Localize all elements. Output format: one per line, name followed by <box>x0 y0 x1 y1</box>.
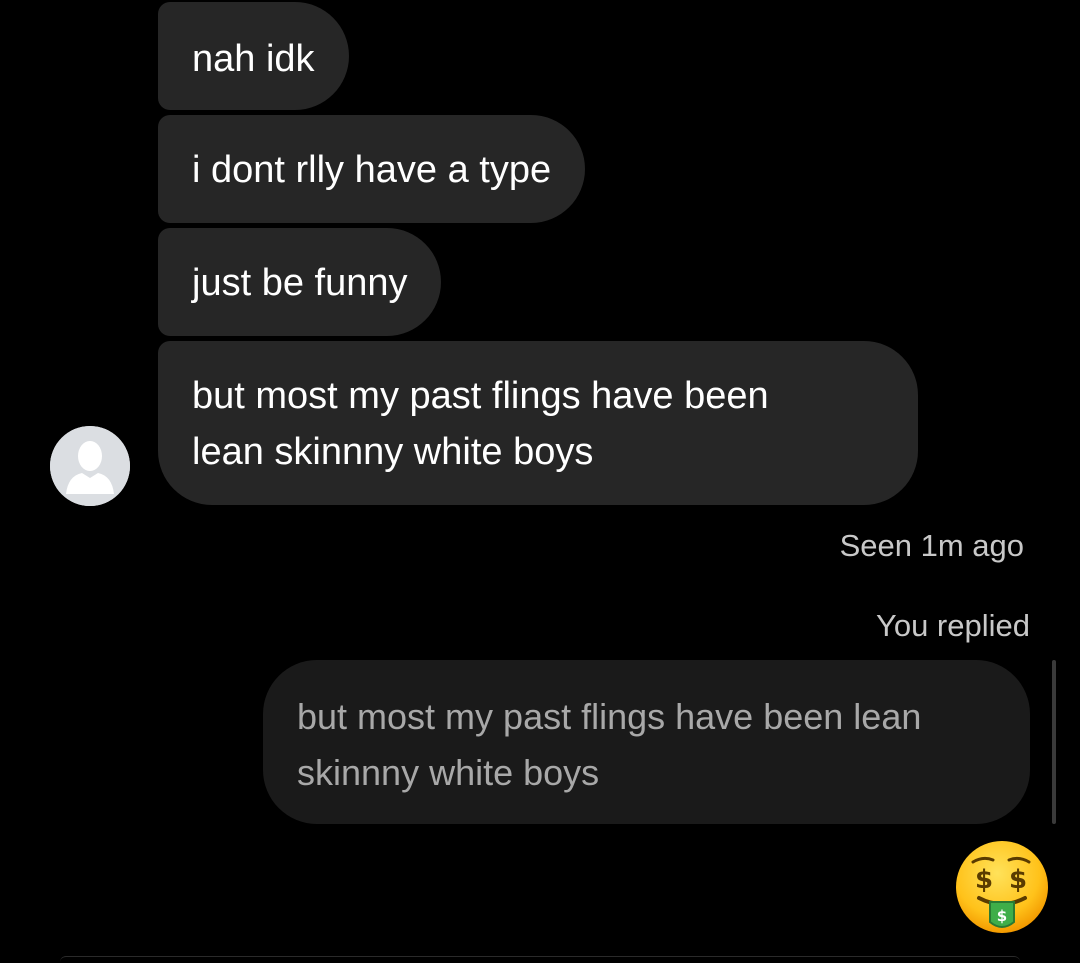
reply-indicator-bar <box>1052 660 1056 824</box>
message-text-line: but most my past flings have been <box>192 375 769 417</box>
svg-text:$: $ <box>997 907 1007 925</box>
message-bubble[interactable]: just be funny <box>158 228 442 336</box>
message-bubble[interactable]: but most my past flings have been lean s… <box>158 341 918 505</box>
message-bubble[interactable]: nah idk <box>158 2 349 110</box>
message-bubble[interactable]: i dont rlly have a type <box>158 115 586 223</box>
default-profile-silhouette-icon <box>50 426 130 506</box>
avatar[interactable] <box>50 426 130 506</box>
quoted-text-line: skinnny white boys <box>297 752 600 793</box>
quoted-text-line: but most my past flings have been lean <box>297 696 922 737</box>
svg-text:$: $ <box>1009 865 1027 895</box>
composer-edge <box>60 956 1020 963</box>
message-text: i dont rlly have a type <box>192 149 552 191</box>
svg-text:$: $ <box>975 865 993 895</box>
message-text: just be funny <box>192 262 408 304</box>
seen-status: Seen 1m ago <box>839 528 1024 563</box>
message-text-line: lean skinnny white boys <box>192 431 594 473</box>
quoted-reply-message[interactable]: but most my past flings have been lean s… <box>263 660 1030 824</box>
message-text: nah idk <box>192 38 315 80</box>
reply-label: You replied <box>876 608 1030 643</box>
money-mouth-face-icon[interactable]: $ $ $ <box>953 838 1051 936</box>
